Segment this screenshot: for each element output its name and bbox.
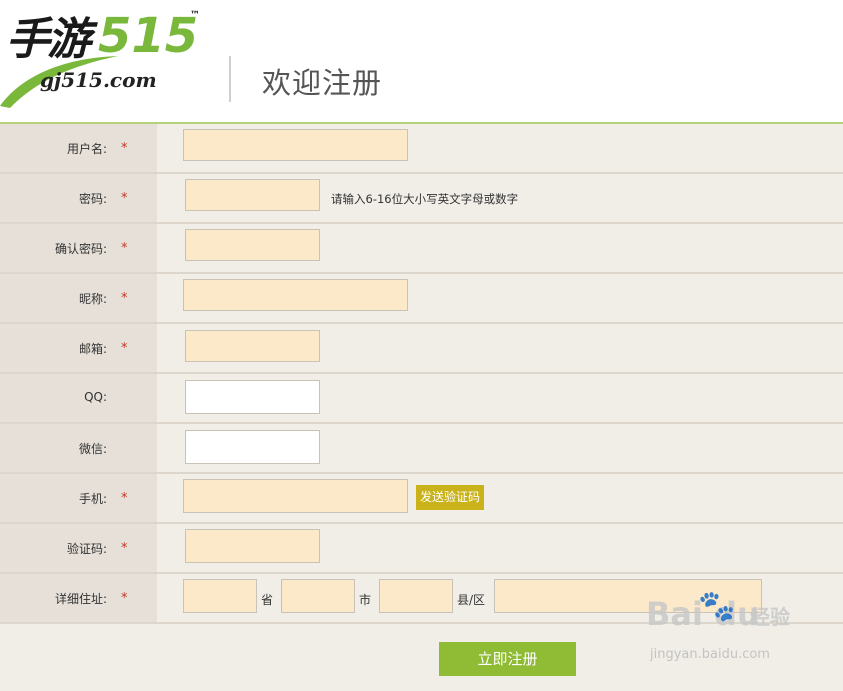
required-mark: * <box>121 591 128 606</box>
wechat-input[interactable] <box>185 430 320 464</box>
province-unit: 省 <box>261 593 274 607</box>
confirm-password-input[interactable] <box>185 229 320 261</box>
confirm-password-row: 确认密码: * <box>0 224 843 274</box>
site-logo[interactable]: 手游 515 ™ gj515.com <box>0 8 200 113</box>
city-unit: 市 <box>359 593 372 607</box>
city-input[interactable] <box>281 579 355 613</box>
password-input[interactable] <box>185 179 320 211</box>
wechat-label: 微信: <box>78 442 107 456</box>
logo-url: gj515.com <box>40 68 157 92</box>
page-title: 欢迎注册 <box>262 66 383 100</box>
baidu-watermark: Bai du 🐾 经验 jingyan.baidu.com <box>646 589 836 675</box>
email-label: 邮箱: <box>78 342 107 356</box>
logo-number: 515 <box>98 8 199 64</box>
logo-main-text: 手游 <box>6 14 91 65</box>
qq-row: QQ: <box>0 374 843 424</box>
username-label: 用户名: <box>66 142 107 156</box>
required-mark: * <box>121 541 128 556</box>
register-button[interactable]: 立即注册 <box>439 642 576 676</box>
wechat-row: 微信: <box>0 424 843 474</box>
nickname-label: 昵称: <box>78 292 107 306</box>
district-unit: 县/区 <box>457 593 486 607</box>
header-divider <box>229 56 231 102</box>
code-label: 验证码: <box>66 542 107 556</box>
send-code-button[interactable]: 发送验证码 <box>416 485 484 510</box>
required-mark: * <box>121 291 128 306</box>
username-input[interactable] <box>183 129 408 161</box>
page-header: 手游 515 ™ gj515.com 欢迎注册 <box>0 0 843 122</box>
phone-label: 手机: <box>78 492 107 506</box>
district-input[interactable] <box>379 579 453 613</box>
code-row: 验证码: * <box>0 524 843 574</box>
logo-trademark: ™ <box>190 10 200 21</box>
email-row: 邮箱: * <box>0 324 843 374</box>
qq-label: QQ: <box>84 390 107 404</box>
required-mark: * <box>121 241 128 256</box>
watermark-url: jingyan.baidu.com <box>650 647 770 662</box>
required-mark: * <box>121 491 128 506</box>
phone-row: 手机: * 发送验证码 <box>0 474 843 524</box>
required-mark: * <box>121 191 128 206</box>
paw-icon: 🐾 <box>698 589 736 624</box>
email-input[interactable] <box>185 330 320 362</box>
required-mark: * <box>121 141 128 156</box>
username-row: 用户名: * <box>0 124 843 174</box>
address-label: 详细住址: <box>54 592 107 606</box>
required-mark: * <box>121 341 128 356</box>
watermark-product: 经验 <box>750 605 790 629</box>
registration-form: 用户名: * 密码: * 请输入6-16位大小写英文字母或数字 确认密码: * … <box>0 124 843 624</box>
nickname-row: 昵称: * <box>0 274 843 324</box>
province-input[interactable] <box>183 579 257 613</box>
phone-input[interactable] <box>183 479 408 513</box>
password-label: 密码: <box>78 192 107 206</box>
confirm-password-label: 确认密码: <box>54 242 107 256</box>
code-input[interactable] <box>185 529 320 563</box>
qq-input[interactable] <box>185 380 320 414</box>
password-hint: 请输入6-16位大小写英文字母或数字 <box>331 192 519 206</box>
nickname-input[interactable] <box>183 279 408 311</box>
password-row: 密码: * 请输入6-16位大小写英文字母或数字 <box>0 174 843 224</box>
